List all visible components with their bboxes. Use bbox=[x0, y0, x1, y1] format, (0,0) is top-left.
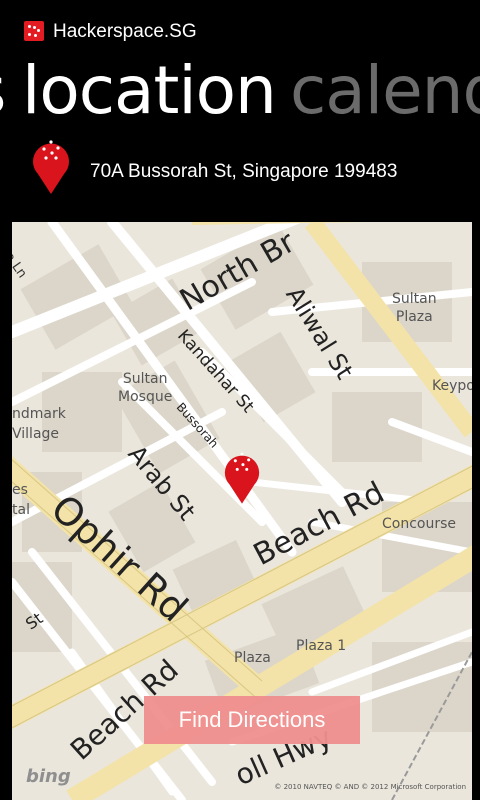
place-label-sultan-plaza: Sultan Plaza bbox=[392, 291, 437, 325]
map-location-pin-icon[interactable] bbox=[222, 448, 262, 506]
pivot-header-calendar[interactable]: calendar bbox=[290, 54, 480, 128]
location-pin-icon bbox=[33, 140, 69, 194]
place-label-keypoint: Keypo bbox=[432, 378, 472, 394]
place-label-plaza-1: Plaza 1 bbox=[296, 638, 347, 654]
pivot-previous-header-fragment[interactable]: s bbox=[0, 52, 10, 132]
map-view[interactable]: oria Ln North Br Aliwal St Kandahar St B… bbox=[12, 222, 472, 800]
map-copyright: © 2010 NAVTEQ © AND © 2012 Microsoft Cor… bbox=[274, 783, 466, 791]
place-label-landmark-village: ndmark Village bbox=[12, 406, 66, 442]
pivot-header-location[interactable]: location bbox=[22, 54, 277, 128]
place-label-plaza: Plaza bbox=[234, 650, 271, 666]
place-label-sultan-mosque: Sultan Mosque bbox=[118, 371, 173, 405]
hackerspace-logo-icon bbox=[24, 21, 44, 41]
place-label-tal: tal bbox=[12, 502, 30, 518]
app-header: Hackerspace.SG bbox=[0, 0, 480, 56]
place-label-concourse: Concourse bbox=[382, 516, 457, 532]
address-text: 70A Bussorah St, Singapore 199483 bbox=[90, 161, 398, 182]
bing-logo: bing bbox=[26, 766, 71, 787]
pivot-headers: s location calendar bbox=[0, 52, 480, 132]
address-row: 70A Bussorah St, Singapore 199483 bbox=[0, 136, 480, 206]
app-title: Hackerspace.SG bbox=[53, 21, 197, 42]
place-label-es: es bbox=[12, 482, 28, 498]
find-directions-button[interactable]: Find Directions bbox=[144, 696, 360, 744]
